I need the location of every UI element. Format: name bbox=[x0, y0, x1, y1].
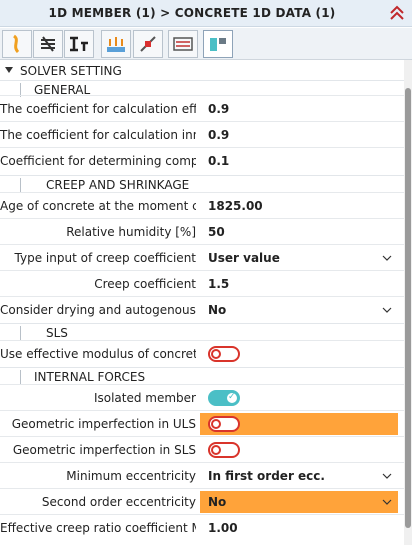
drying-dropdown[interactable]: No bbox=[200, 299, 398, 321]
connection-button[interactable] bbox=[133, 30, 163, 58]
row-second-ecc: Second order eccentricity No bbox=[0, 488, 404, 514]
row-min-ecc: Minimum eccentricity In first order ecc. bbox=[0, 462, 404, 488]
concrete-settings-icon bbox=[210, 38, 226, 51]
field-label: Geometric imperfection in SLS bbox=[12, 443, 196, 457]
field-label: Geometric imperfection in ULS bbox=[11, 417, 196, 431]
field-label: Isolated member bbox=[93, 391, 196, 405]
field-label: Relative humidity [%] bbox=[66, 225, 196, 239]
chevron-down-icon[interactable] bbox=[382, 254, 392, 262]
panel-header: 1D MEMBER (1) > CONCRETE 1D DATA (1) bbox=[0, 0, 412, 27]
collapse-up-icon[interactable] bbox=[388, 4, 406, 22]
creep-coef-input[interactable]: 1.5 bbox=[200, 273, 398, 295]
coef-calc-inn-input[interactable]: 0.9 bbox=[200, 124, 398, 146]
field-label: Use effective modulus of concrete bbox=[0, 347, 196, 361]
isolated-toggle[interactable]: ✓ bbox=[208, 390, 240, 406]
field-label: The coefficient for calculation effe... bbox=[0, 102, 196, 116]
check-icon: ✓ bbox=[228, 392, 236, 402]
row-creep-coef: Creep coefficient 1.5 bbox=[0, 270, 404, 296]
group-label: SLS bbox=[46, 326, 68, 340]
member-button[interactable] bbox=[2, 30, 32, 58]
age-concrete-input[interactable]: 1825.00 bbox=[200, 195, 398, 217]
concrete-settings-button[interactable] bbox=[203, 30, 233, 58]
field-label: Consider drying and autogenous s... bbox=[0, 303, 196, 317]
expand-triangle-icon[interactable] bbox=[5, 67, 13, 73]
row-creep-type: Type input of creep coefficient User val… bbox=[0, 244, 404, 270]
group-label: INTERNAL FORCES bbox=[34, 370, 146, 384]
row-drying: Consider drying and autogenous s... No bbox=[0, 296, 404, 322]
geo-uls-toggle-cell bbox=[200, 413, 398, 435]
isolated-toggle-cell: ✓ bbox=[200, 387, 398, 409]
row-coef-calc-effe: The coefficient for calculation effe... … bbox=[0, 95, 404, 121]
eff-modulus-toggle-cell bbox=[200, 343, 398, 365]
field-label: Second order eccentricity bbox=[41, 495, 196, 509]
row-geo-uls: Geometric imperfection in ULS bbox=[0, 410, 404, 436]
toolbar bbox=[0, 28, 412, 60]
row-eff-modulus: Use effective modulus of concrete bbox=[0, 340, 404, 366]
chevron-down-icon[interactable] bbox=[382, 306, 392, 314]
min-ecc-dropdown[interactable]: In first order ecc. bbox=[200, 465, 398, 487]
group-sls: SLS bbox=[0, 323, 404, 341]
field-label: Age of concrete at the moment co... bbox=[0, 199, 196, 213]
section-solver-setting[interactable]: SOLVER SETTING bbox=[0, 62, 404, 80]
row-coef-compr: Coefficient for determining compr... 0.1 bbox=[0, 147, 404, 173]
group-internal-forces: INTERNAL FORCES bbox=[0, 367, 404, 385]
connection-icon bbox=[140, 36, 156, 52]
member-icon bbox=[12, 34, 20, 54]
row-humidity: Relative humidity [%] 50 bbox=[0, 218, 404, 244]
group-creep: CREEP AND SHRINKAGE bbox=[0, 175, 404, 193]
field-label: Minimum eccentricity bbox=[66, 469, 196, 483]
panel-title: 1D MEMBER (1) > CONCRETE 1D DATA (1) bbox=[48, 6, 336, 20]
eff-creep-input[interactable]: 1.00 bbox=[200, 517, 398, 539]
row-isolated: Isolated member ✓ bbox=[0, 384, 404, 410]
scrollbar-thumb[interactable] bbox=[405, 88, 411, 528]
reinforcement-icon bbox=[173, 37, 193, 51]
field-label: Creep coefficient bbox=[94, 277, 196, 291]
field-label: Coefficient for determining compr... bbox=[0, 154, 196, 168]
row-age-concrete: Age of concrete at the moment co... 1825… bbox=[0, 192, 404, 218]
creep-type-dropdown[interactable]: User value bbox=[200, 247, 398, 269]
row-coef-calc-inn: The coefficient for calculation inn... 0… bbox=[0, 121, 404, 147]
layers-button[interactable] bbox=[33, 30, 63, 58]
field-label: Type input of creep coefficient bbox=[14, 251, 196, 265]
row-eff-creep: Effective creep ratio coefficient M₀ₑ...… bbox=[0, 514, 404, 540]
coef-calc-effe-input[interactable]: 0.9 bbox=[200, 98, 398, 120]
chevron-down-icon[interactable] bbox=[382, 498, 392, 506]
geo-sls-toggle[interactable] bbox=[208, 442, 240, 458]
humidity-input[interactable]: 50 bbox=[200, 221, 398, 243]
geo-uls-toggle[interactable] bbox=[208, 416, 240, 432]
reinforcement-button[interactable] bbox=[168, 30, 198, 58]
layers-icon bbox=[41, 36, 55, 52]
section-icon bbox=[70, 36, 88, 52]
coef-compr-input[interactable]: 0.1 bbox=[200, 150, 398, 172]
second-ecc-dropdown[interactable]: No bbox=[200, 491, 398, 513]
field-label: Effective creep ratio coefficient M₀ₑ... bbox=[0, 521, 196, 535]
geo-sls-toggle-cell bbox=[200, 439, 398, 461]
row-geo-sls: Geometric imperfection in SLS bbox=[0, 436, 404, 462]
section-label: SOLVER SETTING bbox=[20, 64, 122, 78]
section-button[interactable] bbox=[64, 30, 94, 58]
load-button[interactable] bbox=[101, 30, 131, 58]
vertical-scrollbar[interactable] bbox=[404, 60, 412, 545]
field-label: The coefficient for calculation inn... bbox=[0, 128, 196, 142]
load-icon bbox=[107, 37, 125, 52]
chevron-down-icon[interactable] bbox=[382, 472, 392, 480]
properties-panel: SOLVER SETTING GENERAL The coefficient f… bbox=[0, 60, 404, 545]
group-label: CREEP AND SHRINKAGE bbox=[46, 178, 190, 192]
eff-modulus-toggle[interactable] bbox=[208, 346, 240, 362]
